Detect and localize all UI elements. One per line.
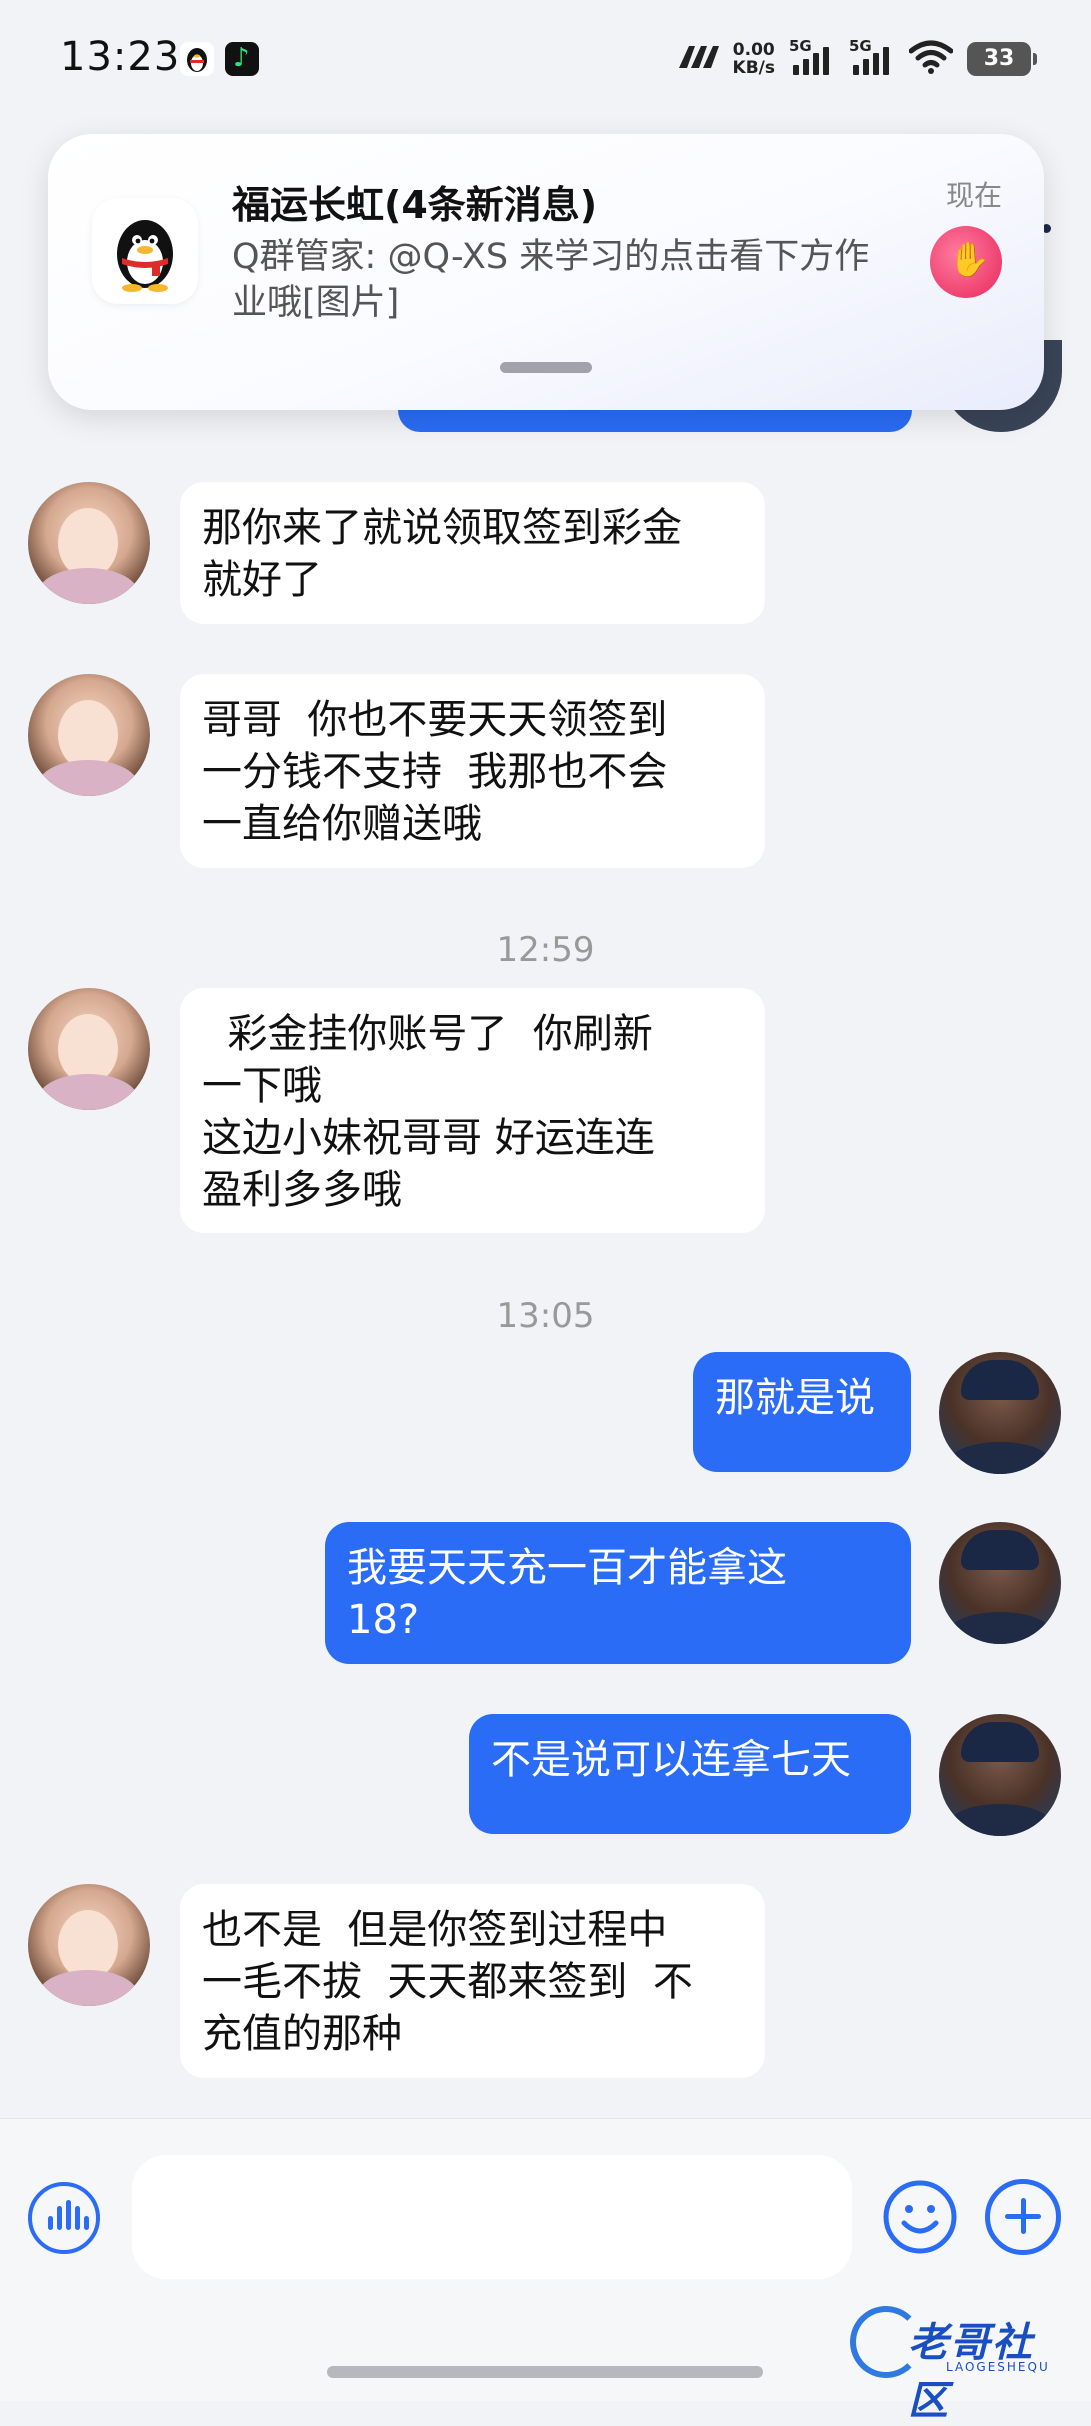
contact-avatar[interactable] (28, 1884, 150, 2006)
outgoing-message-bubble[interactable]: 不是说可以连拿七天 (469, 1714, 911, 1834)
incoming-message-bubble[interactable]: 彩金挂你账号了 你刷新 一下哦 这边小妹祝哥哥 好运连连 盈利多多哦 (180, 988, 765, 1233)
signal-label-2: 5G (849, 37, 872, 55)
signal-icon-2: 5G (849, 37, 895, 79)
signal-label: 5G (789, 37, 812, 55)
contact-avatar[interactable] (28, 674, 150, 796)
net-speed: 0.00 KB/s (733, 41, 775, 77)
notification-drag-handle[interactable] (500, 362, 592, 373)
watermark-logo: 老哥社区 LAOGESHEQU (850, 2302, 1075, 2424)
qq-penguin-icon (92, 198, 198, 304)
contact-avatar[interactable] (28, 988, 150, 1110)
net-speed-value: 0.00 (732, 40, 775, 60)
notification-title: 福运长虹(4条新消息) (232, 183, 598, 227)
my-avatar[interactable] (939, 1352, 1061, 1474)
status-bar: 13:23 0.00 KB/s 5G 5G (0, 0, 1091, 120)
emoji-icon[interactable] (882, 2179, 958, 2255)
net-speed-unit: KB/s (732, 58, 775, 78)
hd-icon (675, 42, 719, 76)
outgoing-message-bubble[interactable]: 那就是说 (693, 1352, 911, 1472)
home-indicator[interactable] (327, 2366, 763, 2378)
watermark-subtext: LAOGESHEQU (946, 2360, 1050, 2374)
incoming-message-bubble[interactable]: 也不是 但是你签到过程中 一毛不拔 天天都来签到 不 充值的那种 (180, 1884, 765, 2078)
notification-banner[interactable]: 福运长虹(4条新消息) Q群管家: @Q-XS 来学习的点击看下方作业哦[图片]… (48, 134, 1044, 410)
message-timestamp: 13:05 (496, 1296, 595, 1336)
message-input[interactable] (132, 2155, 852, 2279)
voice-icon[interactable] (28, 2182, 100, 2254)
music-app-icon (225, 42, 259, 76)
contact-avatar[interactable] (28, 482, 150, 604)
status-icons: 0.00 KB/s 5G 5G 33 (675, 34, 1037, 84)
incoming-message-bubble[interactable]: 哥哥 你也不要天天领签到 一分钱不支持 我那也不会 一直给你赠送哦 (180, 674, 765, 868)
message-timestamp: 12:59 (496, 930, 595, 970)
incoming-message-bubble[interactable]: 那你来了就说领取签到彩金 就好了 (180, 482, 765, 624)
wifi-icon (908, 39, 954, 79)
my-avatar[interactable] (939, 1714, 1061, 1836)
status-time: 13:23 (60, 34, 181, 80)
notification-body: Q群管家: @Q-XS 来学习的点击看下方作业哦[图片] (232, 237, 870, 323)
signal-icon: 5G (789, 37, 835, 79)
plus-icon[interactable] (985, 2179, 1061, 2255)
battery-icon: 33 (967, 42, 1037, 76)
outgoing-message-bubble[interactable]: 我要天天充一百才能拿这 18? (325, 1522, 911, 1664)
my-avatar[interactable] (939, 1522, 1061, 1644)
notification-time: 现在 (945, 179, 1002, 212)
notification-sender-avatar (930, 226, 1002, 298)
qq-icon (180, 42, 214, 76)
